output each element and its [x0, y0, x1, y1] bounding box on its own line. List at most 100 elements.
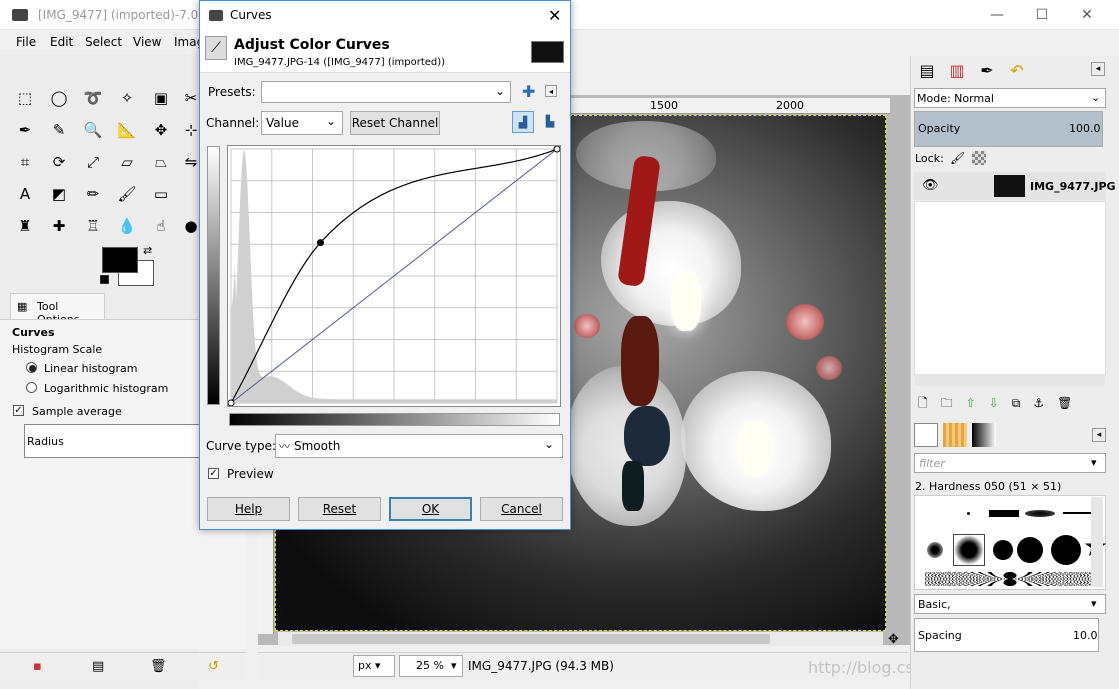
curve-graph[interactable]	[227, 145, 561, 407]
eraser-icon[interactable]: ▭	[149, 182, 173, 206]
channels-tab-icon[interactable]: ▥	[945, 58, 969, 82]
save-options-icon[interactable]: ▪	[33, 659, 42, 674]
curve-type-select[interactable]: 〰 Smooth ⌄	[275, 434, 563, 458]
free-select-icon[interactable]: ➰	[81, 86, 105, 110]
gradients-tab-icon[interactable]	[972, 423, 996, 447]
close-window-button[interactable]: ✕	[1067, 4, 1107, 26]
rect-select-icon[interactable]: ⬚	[13, 86, 37, 110]
paths-icon[interactable]: ✒	[13, 118, 37, 142]
brush-swatch[interactable]	[1025, 510, 1055, 517]
color-picker-icon[interactable]: ✎	[47, 118, 71, 142]
new-group-icon[interactable]: 🗀	[941, 396, 966, 410]
menu-edit[interactable]: Edit	[50, 35, 73, 49]
delete-layer-icon[interactable]: 🗑	[1057, 396, 1085, 410]
duplicate-layer-icon[interactable]: ⧉	[1012, 396, 1034, 410]
navigate-icon[interactable]: ✥	[888, 632, 899, 647]
paths-tab-icon[interactable]: ✒	[975, 58, 999, 82]
anchor-icon[interactable]: ⚓	[1033, 396, 1057, 410]
menu-file[interactable]: File	[16, 35, 36, 49]
brush-swatch[interactable]	[1063, 512, 1093, 514]
zoom-dropdown-icon[interactable]: ▾	[451, 659, 457, 672]
select-by-color-icon[interactable]: ▣	[149, 86, 173, 110]
move-icon[interactable]: ✥	[149, 118, 173, 142]
selected-brush-swatch[interactable]	[953, 534, 985, 566]
brush-swatch[interactable]	[1051, 535, 1081, 565]
spacing-slider[interactable]: Spacing 10.0	[914, 618, 1099, 652]
dock-menu-icon[interactable]: ◂	[1091, 62, 1105, 76]
sample-average-checkbox[interactable]: ✓	[13, 405, 24, 416]
perspective-clone-icon[interactable]: ♖	[81, 214, 105, 238]
brush-swatch[interactable]	[989, 510, 1019, 517]
linear-histogram-icon[interactable]: ▟	[512, 111, 534, 133]
curve-control-point[interactable]	[316, 239, 324, 247]
preset-menu-icon[interactable]: ◂	[545, 85, 557, 97]
pencil-icon[interactable]: ✏	[81, 182, 105, 206]
brush-preset-select[interactable]: Basic, ▾	[914, 594, 1106, 614]
add-preset-icon[interactable]: ✚	[522, 82, 535, 101]
menu-select[interactable]: Select	[85, 35, 122, 49]
ellipse-select-icon[interactable]: ◯	[47, 86, 71, 110]
help-button[interactable]: Help	[207, 497, 290, 521]
brushes-tab-icon[interactable]	[914, 423, 938, 447]
unit-select[interactable]: px ▾	[353, 655, 395, 677]
lock-pixels-icon[interactable]: 🖌	[950, 151, 965, 165]
layers-tab-icon[interactable]: ▤	[915, 58, 939, 82]
shear-icon[interactable]: ▱	[115, 150, 139, 174]
presets-combo[interactable]: ⌄	[261, 81, 511, 103]
default-colors-icon[interactable]	[100, 275, 109, 284]
maximize-button[interactable]: ☐	[1022, 4, 1062, 26]
undo-history-tab-icon[interactable]: ↶	[1005, 58, 1029, 82]
brushes-scrollbar[interactable]	[1091, 497, 1103, 587]
clone-icon[interactable]: ♜	[13, 214, 37, 238]
layer-mode-select[interactable]: Mode: Normal ⌄	[914, 88, 1106, 108]
crop-icon[interactable]: ⌗	[13, 150, 37, 174]
delete-options-icon[interactable]: 🗑	[150, 659, 167, 674]
radius-slider[interactable]: Radius	[24, 424, 204, 458]
curve-control-point[interactable]	[553, 145, 561, 153]
brush-grid[interactable]: ★	[914, 495, 1108, 590]
scale-icon[interactable]: ⤢	[81, 150, 105, 174]
eye-icon[interactable]: 👁	[922, 178, 939, 193]
curve-control-point[interactable]	[227, 399, 235, 407]
opacity-slider[interactable]: Opacity 100.0	[914, 111, 1103, 147]
texture-brushes-row[interactable]	[925, 572, 1095, 586]
reset-button[interactable]: Reset	[298, 497, 381, 521]
rotate-icon[interactable]: ⟳	[47, 150, 71, 174]
raise-layer-icon[interactable]: ⇧	[966, 396, 989, 410]
menu-view[interactable]: View	[133, 35, 161, 49]
new-layer-icon[interactable]: 🗋	[918, 396, 941, 410]
reset-options-icon[interactable]: ↺	[208, 659, 219, 674]
brush-swatch[interactable]	[927, 542, 943, 558]
brush-swatch[interactable]	[967, 512, 970, 515]
swap-colors-icon[interactable]: ⇄	[143, 244, 152, 257]
fuzzy-select-icon[interactable]: ✧	[115, 86, 139, 110]
channel-select[interactable]: Value ⌄	[261, 111, 343, 135]
patterns-tab-icon[interactable]	[943, 423, 967, 447]
layers-scrollbar[interactable]	[915, 374, 1105, 386]
restore-options-icon[interactable]: ▤	[92, 659, 104, 674]
curve-graph-svg[interactable]	[227, 145, 561, 407]
bucket-fill-icon[interactable]: ◩	[47, 182, 71, 206]
lower-layer-icon[interactable]: ⇩	[989, 396, 1012, 410]
brushes-dock-menu-icon[interactable]: ◂	[1092, 428, 1106, 442]
zoom-icon[interactable]: 🔍	[81, 118, 105, 142]
tool-options-tab[interactable]: ▦ Tool Options	[10, 293, 105, 326]
close-icon[interactable]: ✕	[548, 6, 561, 25]
brush-swatch[interactable]	[993, 540, 1013, 560]
paintbrush-icon[interactable]: 🖌	[115, 182, 139, 206]
brush-swatch[interactable]	[1017, 537, 1043, 563]
foreground-color-swatch[interactable]	[102, 247, 138, 273]
ok-button[interactable]: OK	[389, 497, 472, 521]
log-histogram-radio[interactable]	[26, 382, 37, 393]
lock-alpha-icon[interactable]	[972, 151, 986, 165]
horizontal-scrollbar-thumb[interactable]	[292, 634, 770, 644]
preview-checkbox[interactable]: ✓	[208, 468, 219, 479]
perspective-icon[interactable]: ⏢	[149, 150, 173, 174]
measure-icon[interactable]: 📐	[115, 118, 139, 142]
log-histogram-icon[interactable]: ▙	[539, 111, 561, 133]
reset-channel-button[interactable]: Reset Channel	[350, 111, 440, 135]
blur-icon[interactable]: 💧	[115, 214, 139, 238]
heal-icon[interactable]: ✚	[47, 214, 71, 238]
minimize-button[interactable]: —	[977, 4, 1017, 26]
cancel-button[interactable]: Cancel	[480, 497, 563, 521]
